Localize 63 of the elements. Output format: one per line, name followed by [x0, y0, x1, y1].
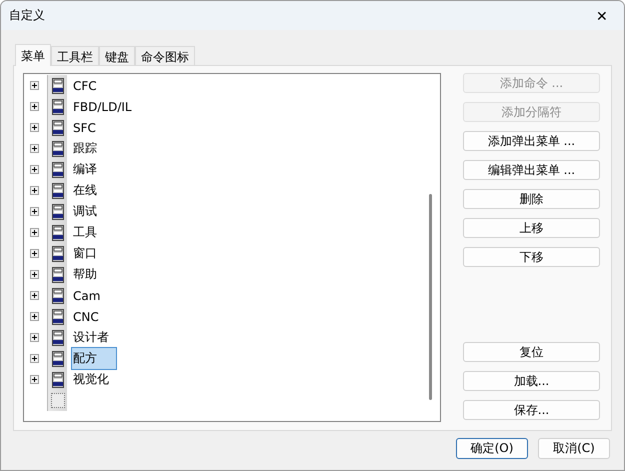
expand-icon[interactable] [30, 165, 39, 174]
menu-icon [52, 350, 64, 366]
tab[interactable]: 键盘 [99, 46, 135, 65]
menu-icon [52, 308, 64, 324]
side-button[interactable]: 编辑弹出菜单 ... [463, 160, 600, 180]
expand-icon[interactable] [30, 333, 39, 342]
menu-icon [52, 182, 64, 198]
tab[interactable]: 菜单 [15, 44, 51, 66]
menu-icon [52, 288, 64, 304]
menu-icon [52, 372, 64, 388]
tree-item[interactable]: 跟踪 [71, 137, 99, 160]
tree-item[interactable]: SFC [71, 118, 98, 138]
menu-icon [52, 78, 64, 94]
expand-icon[interactable] [30, 207, 39, 216]
menu-icon [52, 120, 64, 136]
expand-icon[interactable] [30, 312, 39, 321]
side-button[interactable]: 上移 [463, 218, 600, 238]
side-button[interactable]: 加载... [463, 371, 600, 391]
expand-icon[interactable] [30, 102, 39, 111]
side-button[interactable]: 添加弹出菜单 ... [463, 131, 600, 151]
tab[interactable]: 工具栏 [51, 46, 99, 65]
tree-item[interactable]: CFC [71, 76, 99, 96]
tree-item[interactable]: 配方 [71, 347, 117, 370]
expand-icon[interactable] [30, 270, 39, 279]
tree-item[interactable]: 视觉化 [71, 368, 111, 391]
expand-icon[interactable] [30, 249, 39, 258]
menu-icon [52, 140, 64, 156]
menu-icon [52, 330, 64, 346]
menu-icon [52, 204, 64, 220]
menu-icon [52, 266, 64, 282]
expand-icon[interactable] [30, 354, 39, 363]
tab[interactable]: 命令图标 [135, 46, 195, 65]
tree-item[interactable]: Cam [71, 286, 102, 306]
expand-icon[interactable] [30, 291, 39, 300]
tree-item[interactable]: 编译 [71, 158, 99, 181]
expand-icon[interactable] [30, 123, 39, 132]
tree-item[interactable]: 工具 [71, 221, 99, 244]
expand-icon[interactable] [30, 186, 39, 195]
expand-icon[interactable] [30, 228, 39, 237]
close-button[interactable]: ✕ [582, 1, 622, 30]
expand-icon[interactable] [30, 375, 39, 384]
window-title: 自定义 [9, 7, 45, 24]
tree-item[interactable]: 在线 [71, 179, 99, 202]
menu-icon [52, 246, 64, 262]
side-button[interactable]: 复位 [463, 342, 600, 362]
expand-icon[interactable] [30, 144, 39, 153]
tree-item[interactable]: CNC [71, 306, 101, 326]
dialog-button[interactable]: 确定(O) [456, 438, 528, 459]
tree-item[interactable]: 帮助 [71, 263, 99, 286]
dialog-button[interactable]: 取消(C) [538, 438, 610, 459]
tree-item[interactable]: 调试 [71, 200, 99, 223]
expand-icon[interactable] [30, 81, 39, 90]
side-button[interactable]: 删除 [463, 189, 600, 209]
tree-item[interactable]: 窗口 [71, 242, 99, 265]
side-button[interactable]: 下移 [463, 247, 600, 267]
menu-icon [52, 162, 64, 178]
tree-item[interactable]: 设计者 [71, 326, 111, 349]
side-button[interactable]: 保存... [463, 400, 600, 420]
menu-icon [52, 98, 64, 114]
empty-slot-icon [50, 393, 64, 408]
menu-icon [52, 224, 64, 240]
tree-item[interactable]: FBD/LD/IL [71, 96, 134, 116]
scrollbar-thumb[interactable] [429, 194, 432, 400]
